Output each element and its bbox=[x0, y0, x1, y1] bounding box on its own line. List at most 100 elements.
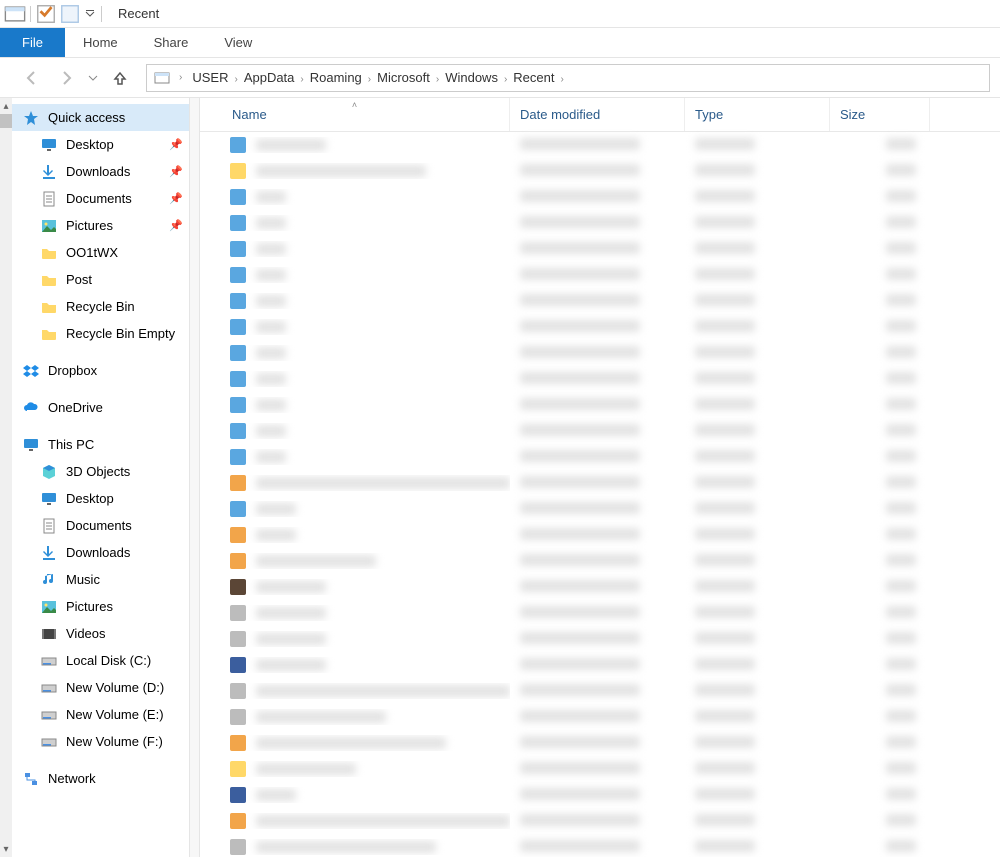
file-row[interactable] bbox=[200, 418, 1000, 444]
file-row[interactable] bbox=[200, 600, 1000, 626]
chevron-right-icon[interactable]: › bbox=[296, 74, 307, 85]
explorer-icon[interactable] bbox=[4, 3, 26, 25]
sidebar-item[interactable]: Recycle Bin bbox=[12, 293, 189, 320]
file-icon bbox=[230, 787, 246, 803]
file-icon bbox=[230, 761, 246, 777]
file-row[interactable] bbox=[200, 678, 1000, 704]
breadcrumb-segment[interactable]: Recent bbox=[511, 70, 556, 85]
qat-dropdown-icon[interactable] bbox=[83, 3, 97, 25]
address-bar[interactable]: › USER›AppData›Roaming›Microsoft›Windows… bbox=[146, 64, 990, 92]
sidebar-item-quick-access[interactable]: Quick access bbox=[12, 104, 189, 131]
file-row[interactable] bbox=[200, 704, 1000, 730]
file-row[interactable] bbox=[200, 236, 1000, 262]
splitter[interactable] bbox=[190, 98, 200, 857]
sidebar-item[interactable]: New Volume (E:) bbox=[12, 701, 189, 728]
breadcrumb-segment[interactable]: USER bbox=[190, 70, 230, 85]
file-row[interactable] bbox=[200, 652, 1000, 678]
tab-file[interactable]: File bbox=[0, 28, 65, 57]
sidebar-item[interactable]: Downloads📌 bbox=[12, 158, 189, 185]
up-button[interactable] bbox=[106, 64, 134, 92]
breadcrumb-segment[interactable]: AppData bbox=[242, 70, 297, 85]
sidebar-item[interactable]: Desktop bbox=[12, 485, 189, 512]
column-header-date[interactable]: Date modified bbox=[510, 98, 685, 131]
file-name bbox=[256, 789, 296, 801]
sidebar-item-network[interactable]: Network bbox=[12, 765, 189, 792]
file-row[interactable] bbox=[200, 314, 1000, 340]
chevron-right-icon[interactable]: › bbox=[557, 74, 568, 85]
file-row[interactable] bbox=[200, 210, 1000, 236]
sidebar-item[interactable]: Documents bbox=[12, 512, 189, 539]
file-date bbox=[520, 346, 640, 358]
sidebar-item-dropbox[interactable]: Dropbox bbox=[12, 357, 189, 384]
column-header-size[interactable]: Size bbox=[830, 98, 930, 131]
chevron-right-icon[interactable]: › bbox=[432, 74, 443, 85]
file-row[interactable] bbox=[200, 548, 1000, 574]
breadcrumb-segment[interactable]: Roaming bbox=[308, 70, 364, 85]
recent-locations-dropdown[interactable] bbox=[86, 64, 100, 92]
file-date bbox=[520, 398, 640, 410]
sidebar-item[interactable]: Videos bbox=[12, 620, 189, 647]
file-row[interactable] bbox=[200, 366, 1000, 392]
breadcrumb-segment[interactable]: Windows bbox=[443, 70, 500, 85]
sidebar-item[interactable]: Local Disk (C:) bbox=[12, 647, 189, 674]
folder-icon bbox=[40, 298, 58, 316]
properties-icon[interactable] bbox=[35, 3, 57, 25]
file-name bbox=[256, 269, 286, 281]
file-row[interactable] bbox=[200, 262, 1000, 288]
sidebar-item[interactable]: Music bbox=[12, 566, 189, 593]
back-button[interactable] bbox=[18, 64, 46, 92]
file-row[interactable] bbox=[200, 574, 1000, 600]
chevron-right-icon[interactable]: › bbox=[175, 72, 186, 83]
dropbox-icon bbox=[22, 362, 40, 380]
sidebar-item[interactable]: New Volume (F:) bbox=[12, 728, 189, 755]
chevron-right-icon[interactable]: › bbox=[230, 74, 241, 85]
sidebar-item[interactable]: Pictures📌 bbox=[12, 212, 189, 239]
file-row[interactable] bbox=[200, 288, 1000, 314]
file-row[interactable] bbox=[200, 808, 1000, 834]
sidebar-item[interactable]: Recycle Bin Empty bbox=[12, 320, 189, 347]
column-header-name[interactable]: Name ˄ bbox=[200, 98, 510, 131]
file-row[interactable] bbox=[200, 132, 1000, 158]
column-header-type[interactable]: Type bbox=[685, 98, 830, 131]
sidebar-item[interactable]: 3D Objects bbox=[12, 458, 189, 485]
sidebar-item[interactable]: OO1tWX bbox=[12, 239, 189, 266]
file-row[interactable] bbox=[200, 782, 1000, 808]
file-row[interactable] bbox=[200, 392, 1000, 418]
sidebar-item[interactable]: Post bbox=[12, 266, 189, 293]
file-row[interactable] bbox=[200, 444, 1000, 470]
file-row[interactable] bbox=[200, 470, 1000, 496]
monitor-icon bbox=[22, 436, 40, 454]
sidebar-scrollbar[interactable]: ▴ ▾ bbox=[0, 98, 12, 857]
tab-view[interactable]: View bbox=[206, 28, 270, 57]
file-date bbox=[520, 216, 640, 228]
file-row[interactable] bbox=[200, 756, 1000, 782]
file-type bbox=[695, 658, 755, 670]
sidebar-item-this-pc[interactable]: This PC bbox=[12, 431, 189, 458]
file-row[interactable] bbox=[200, 340, 1000, 366]
file-row[interactable] bbox=[200, 522, 1000, 548]
file-row[interactable] bbox=[200, 730, 1000, 756]
breadcrumb-segment[interactable]: Microsoft bbox=[375, 70, 432, 85]
sidebar-item[interactable]: Documents📌 bbox=[12, 185, 189, 212]
chevron-right-icon[interactable]: › bbox=[364, 74, 375, 85]
tab-share[interactable]: Share bbox=[136, 28, 207, 57]
sidebar-item-onedrive[interactable]: OneDrive bbox=[12, 394, 189, 421]
chevron-right-icon[interactable]: › bbox=[500, 74, 511, 85]
sidebar-item-label: Music bbox=[66, 572, 100, 587]
sidebar-item[interactable]: Downloads bbox=[12, 539, 189, 566]
sidebar-item[interactable]: New Volume (D:) bbox=[12, 674, 189, 701]
file-row[interactable] bbox=[200, 158, 1000, 184]
file-row[interactable] bbox=[200, 184, 1000, 210]
tab-home[interactable]: Home bbox=[65, 28, 136, 57]
sidebar-item[interactable]: Desktop📌 bbox=[12, 131, 189, 158]
file-row[interactable] bbox=[200, 834, 1000, 857]
file-size bbox=[886, 606, 916, 618]
sidebar-item-label: Desktop bbox=[66, 137, 114, 152]
new-folder-icon[interactable] bbox=[59, 3, 81, 25]
file-row[interactable] bbox=[200, 626, 1000, 652]
sidebar-item[interactable]: Pictures bbox=[12, 593, 189, 620]
forward-button[interactable] bbox=[52, 64, 80, 92]
file-rows bbox=[200, 132, 1000, 857]
file-row[interactable] bbox=[200, 496, 1000, 522]
folder-icon bbox=[40, 244, 58, 262]
